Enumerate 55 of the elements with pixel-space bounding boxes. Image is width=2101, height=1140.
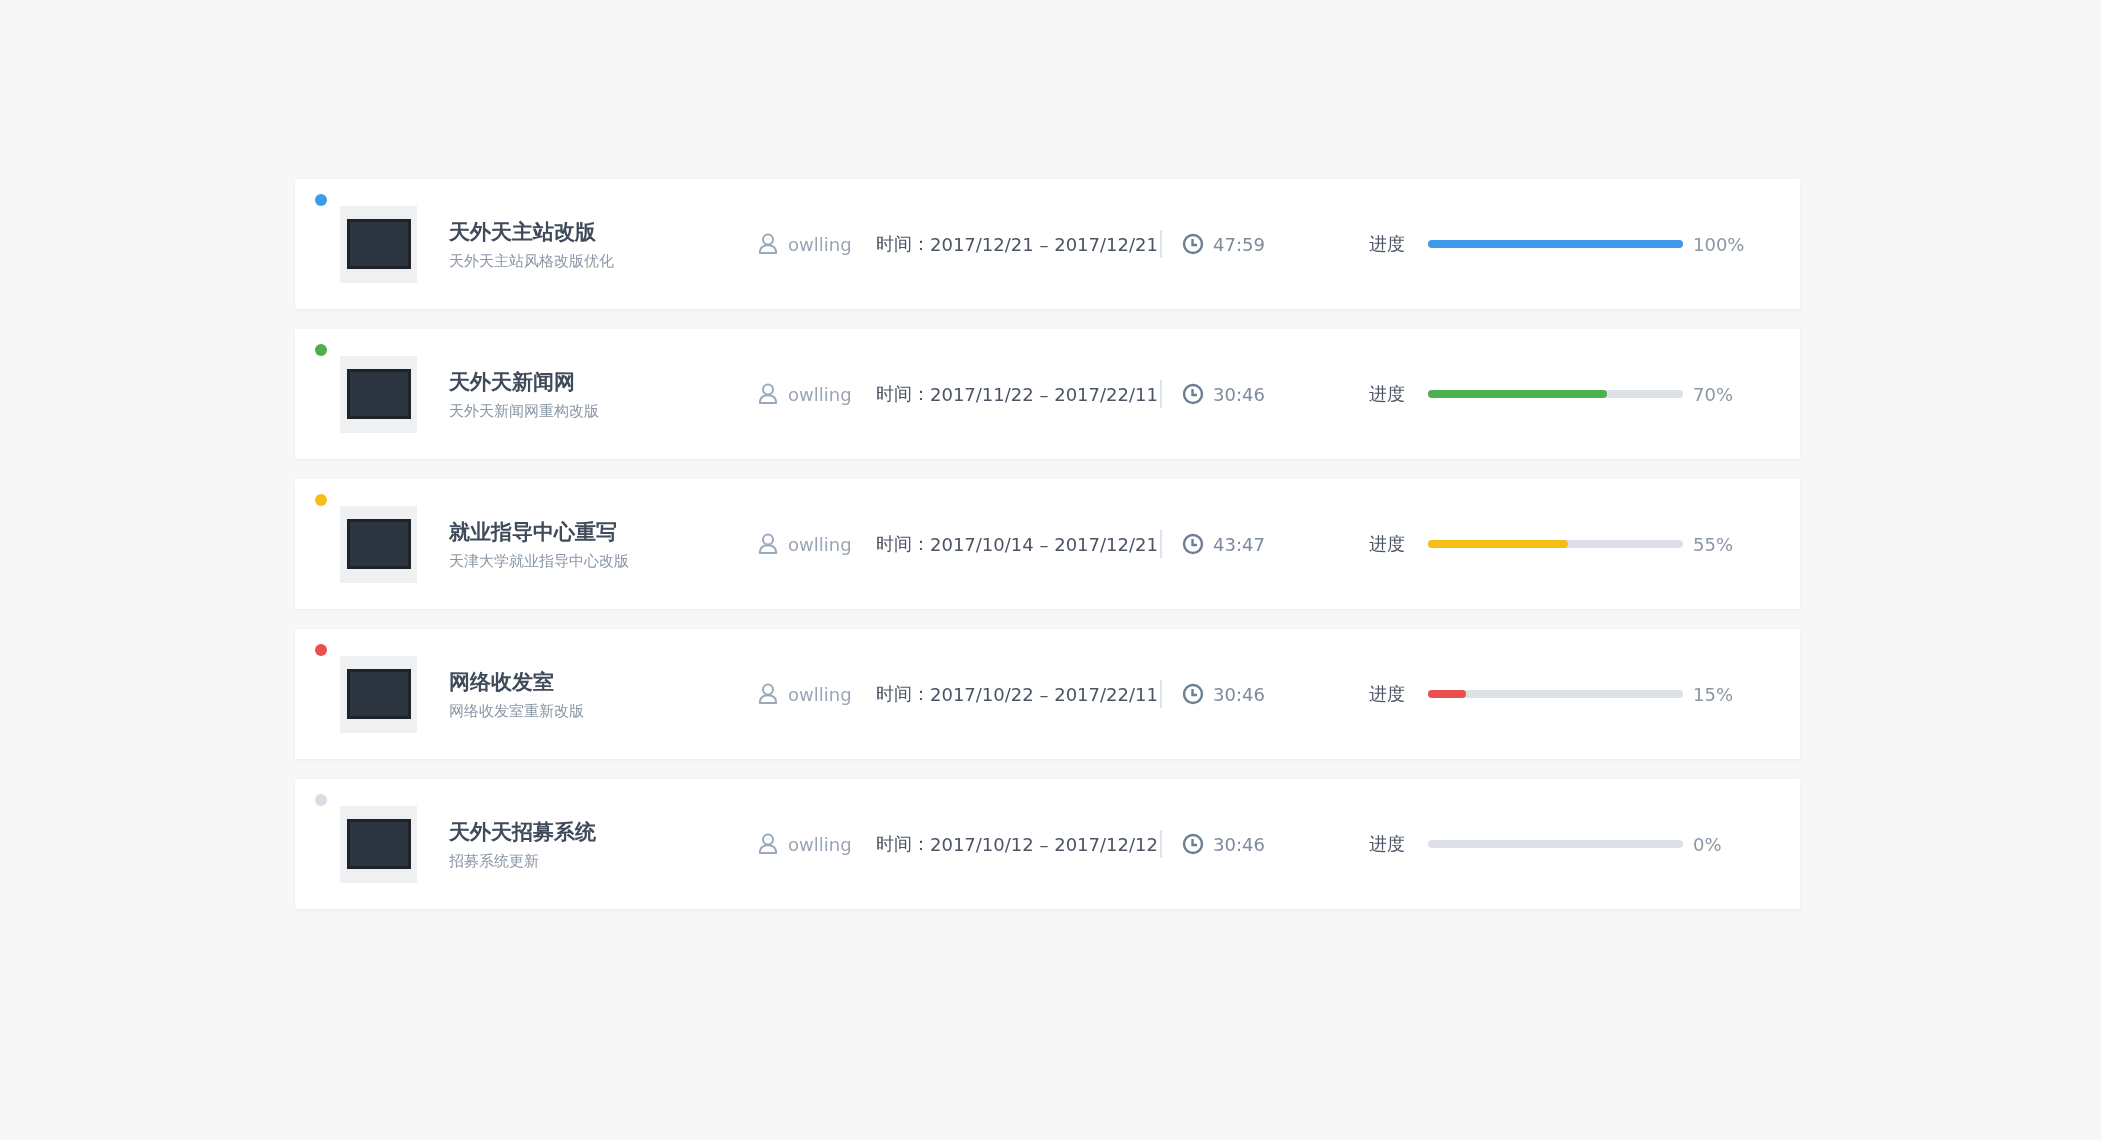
project-description: 天外天主站风格改版优化 [449, 251, 615, 271]
duration: 43:47 [1213, 533, 1265, 555]
project-description: 招募系统更新 [449, 851, 540, 871]
project-title: 天外天新闻网 [449, 368, 576, 396]
project-card[interactable]: 天外天招募系统 招募系统更新 owlling 时间：2017/10/12 – 2017/12/12 30:46 进度 0% [295, 779, 1800, 909]
project-title: 天外天主站改版 [449, 218, 597, 246]
user-icon [758, 833, 778, 855]
project-title: 天外天招募系统 [449, 818, 597, 846]
time-label: 时间： [876, 382, 930, 406]
progress-label: 进度 [1369, 532, 1406, 556]
project-card[interactable]: 天外天新闻网 天外天新闻网重构改版 owlling 时间：2017/11/22 – 2017/22/11 30:46 进度 70% [295, 329, 1800, 459]
user-icon [758, 383, 778, 405]
project-title: 就业指导中心重写 [449, 518, 618, 546]
date-range: 2017/10/14 – 2017/12/21 [930, 533, 1158, 555]
owner-name: owlling [788, 383, 852, 405]
user-icon [758, 233, 778, 255]
owner-name: owlling [788, 683, 852, 705]
clock-icon [1182, 683, 1204, 705]
owner-name: owlling [788, 233, 852, 255]
clock-icon [1182, 533, 1204, 555]
clock-icon [1182, 383, 1204, 405]
progress-percent: 55% [1693, 533, 1733, 555]
project-card[interactable]: 就业指导中心重写 天津大学就业指导中心改版 owlling 时间：2017/10/14 – 2017/12/21 43:47 进度 55% [295, 479, 1800, 609]
date-range: 2017/11/22 – 2017/22/11 [930, 383, 1158, 405]
project-title: 网络收发室 [449, 668, 555, 696]
progress-label: 进度 [1369, 382, 1406, 406]
time-label: 时间： [876, 682, 930, 706]
time-label: 时间： [876, 232, 930, 256]
progress-percent: 15% [1693, 683, 1733, 705]
project-card[interactable]: 天外天主站改版 天外天主站风格改版优化 owlling 时间：2017/12/21 – 2017/12/21 47:59 进度 100% [295, 179, 1800, 309]
date-range: 2017/12/21 – 2017/12/21 [930, 233, 1158, 255]
project-card[interactable]: 网络收发室 网络收发室重新改版 owlling 时间：2017/10/22 – 2017/22/11 30:46 进度 15% [295, 629, 1800, 759]
project-description: 网络收发室重新改版 [449, 701, 585, 721]
date-range: 2017/10/12 – 2017/12/12 [930, 833, 1158, 855]
duration: 47:59 [1213, 233, 1265, 255]
progress-label: 进度 [1369, 232, 1406, 256]
duration: 30:46 [1213, 833, 1265, 855]
date-range: 2017/10/22 – 2017/22/11 [930, 683, 1158, 705]
duration: 30:46 [1213, 683, 1265, 705]
progress-label: 进度 [1369, 832, 1406, 856]
progress-percent: 0% [1693, 833, 1722, 855]
progress-percent: 70% [1693, 383, 1733, 405]
user-icon [758, 533, 778, 555]
clock-icon [1182, 833, 1204, 855]
time-label: 时间： [876, 532, 930, 556]
progress-label: 进度 [1369, 682, 1406, 706]
owner-name: owlling [788, 833, 852, 855]
owner-name: owlling [788, 533, 852, 555]
user-icon [758, 683, 778, 705]
time-label: 时间： [876, 832, 930, 856]
project-description: 天外天新闻网重构改版 [449, 401, 600, 421]
project-description: 天津大学就业指导中心改版 [449, 551, 630, 571]
duration: 30:46 [1213, 383, 1265, 405]
progress-percent: 100% [1693, 233, 1745, 255]
clock-icon [1182, 233, 1204, 255]
